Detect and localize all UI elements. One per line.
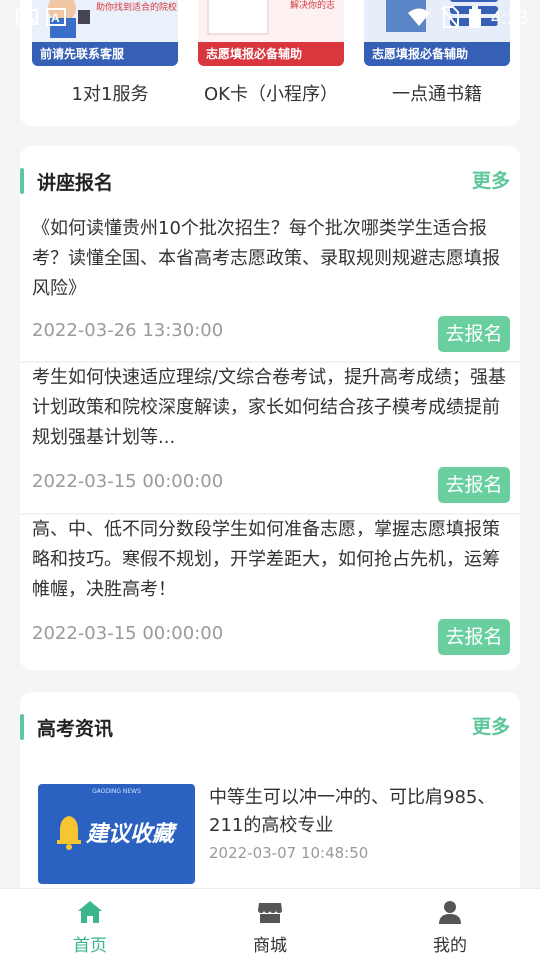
lecture-item[interactable]: 《如何读懂贵州10个批次招生？每个批次哪类学生适合报考？读懂全国、本省高考志愿政… [20,208,520,363]
news-thumbnail: GAODING NEWS 建议收藏 [38,784,195,884]
section-accent-bar [20,714,24,740]
lecture-header: 讲座报名 更多 [20,146,520,216]
tab-home[interactable]: 首页 [0,889,180,960]
lecture-date: 2022-03-26 13:30:00 [32,320,224,341]
okcard-top-text: 解决你的志 [290,1,336,11]
news-date: 2022-03-07 10:48:50 [209,844,369,862]
news-thumb-text: 建议收藏 [86,822,175,847]
news-section: 高考资讯 更多 GAODING NEWS 建议收藏 中等生可以冲一冲的、可比肩9… [20,692,520,902]
news-more-link[interactable]: 更多 [472,712,510,739]
home-icon [78,901,102,923]
news-title: 中等生可以冲一冲的、可比肩985、211的高校专业 [209,787,496,836]
service-1on1[interactable]: 助你找到适合的院校 前请先联系客服 [32,0,178,66]
book-image: 志愿填报必备辅助 [364,0,510,66]
lecture-item[interactable]: 考生如何快速适应理综/文综合卷考试，提升高考成绩；强基计划政策和院校深度解读，家… [20,363,520,515]
okcard-banner: 志愿填报必备辅助 [198,42,344,66]
service-banner: 前请先联系客服 [32,42,178,66]
tab-profile[interactable]: 我的 [360,889,540,960]
news-section-title: 高考资讯 [37,718,114,740]
register-button[interactable]: 去报名 [438,467,510,503]
service-book[interactable]: 志愿填报必备辅助 [364,0,510,66]
service-image: 助你找到适合的院校 前请先联系客服 [32,0,178,66]
lecture-more-link[interactable]: 更多 [472,166,510,193]
profile-icon [439,901,461,924]
lecture-section-title: 讲座报名 [37,172,114,194]
tab-store-label: 商城 [253,936,287,956]
lecture-section: 讲座报名 更多 《如何读懂贵州10个批次招生？每个批次哪类学生适合报考？读懂全国… [20,146,520,670]
lecture-desc: 《如何读懂贵州10个批次招生？每个批次哪类学生适合报考？读懂全国、本省高考志愿政… [32,218,500,299]
tab-home-label: 首页 [73,936,107,956]
okcard-image: 解决你的志 志愿填报必备辅助 [198,0,344,66]
tab-store[interactable]: 商城 [180,889,360,960]
service-okcard[interactable]: 解决你的志 志愿填报必备辅助 [198,0,344,66]
bottom-tabbar: 首页 商城 我的 [0,888,540,960]
news-header: 高考资讯 更多 [20,692,520,762]
lecture-date: 2022-03-15 00:00:00 [32,623,224,644]
news-item[interactable]: GAODING NEWS 建议收藏 中等生可以冲一冲的、可比肩985、211的高… [20,772,520,884]
lecture-desc: 考生如何快速适应理综/文综合卷考试，提升高考成绩；强基计划政策和院校深度解读，家… [32,367,507,448]
store-icon [258,903,282,923]
news-thumb-caption: GAODING NEWS [92,788,141,795]
lecture-item[interactable]: 高、中、低不同分数段学生如何准备志愿，掌握志愿填报策略和技巧。寒假不规划，开学差… [20,515,520,667]
service-label-1on1: 1对1服务 [71,84,149,105]
lecture-date: 2022-03-15 00:00:00 [32,471,224,492]
service-label-book: 一点通书籍 [392,84,482,105]
service-label-okcard: OK卡（小程序） [204,84,338,105]
tab-profile-label: 我的 [433,936,467,956]
register-button[interactable]: 去报名 [438,619,510,655]
bell-icon [57,816,81,850]
service-top-text: 助你找到适合的院校 [96,3,178,13]
section-accent-bar [20,168,24,194]
services-card: 助你找到适合的院校 前请先联系客服 解决你的志 志愿填报必备辅助 志愿填报必备辅… [20,0,520,126]
book-banner: 志愿填报必备辅助 [364,42,510,66]
register-button[interactable]: 去报名 [438,316,510,352]
lecture-desc: 高、中、低不同分数段学生如何准备志愿，掌握志愿填报策略和技巧。寒假不规划，开学差… [32,519,500,600]
